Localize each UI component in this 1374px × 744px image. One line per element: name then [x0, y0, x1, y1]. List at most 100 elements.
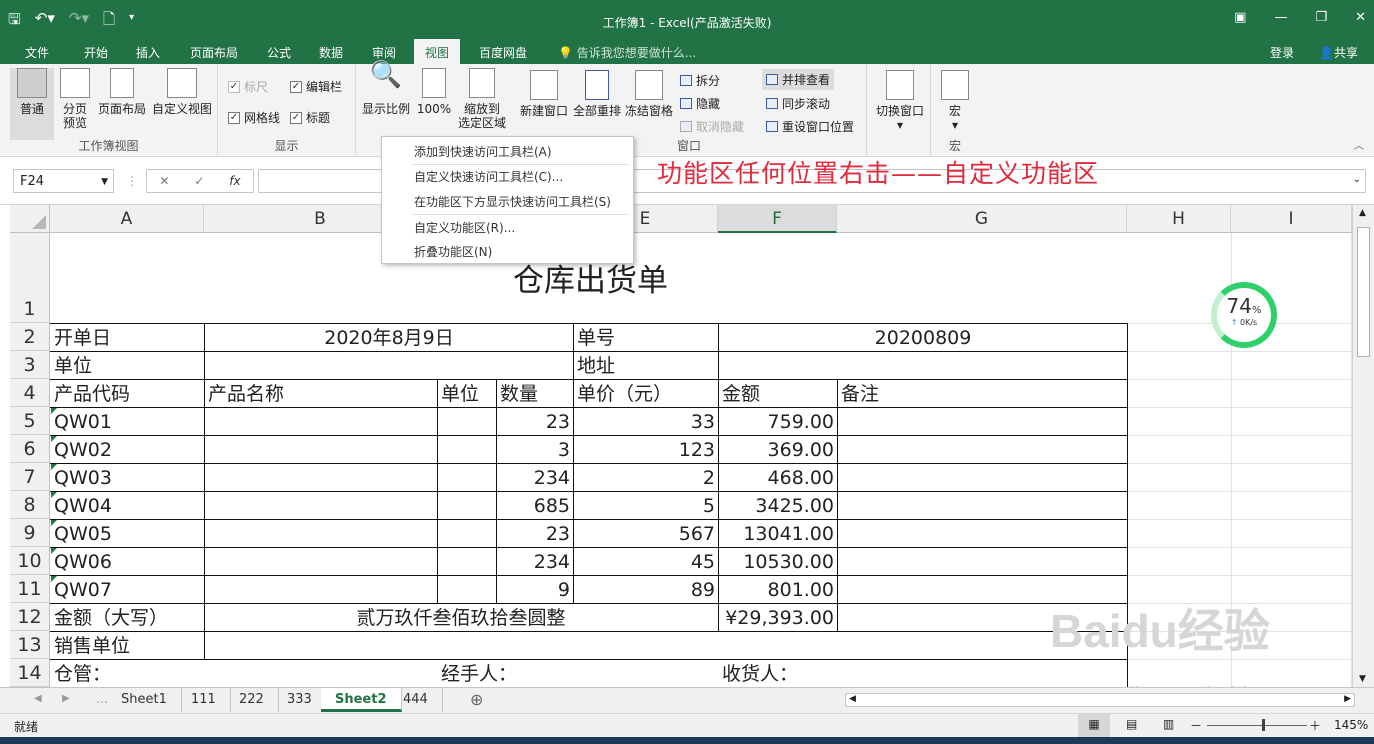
hide-button[interactable]: 隐藏 — [680, 95, 720, 112]
row-header[interactable]: 10 — [10, 547, 50, 575]
cell-b4[interactable]: 产品名称 — [205, 381, 436, 407]
menu-item-customize-qat[interactable]: 自定义快速访问工具栏(C)... — [414, 168, 563, 185]
scroll-down-icon[interactable]: ▼ — [1359, 674, 1366, 684]
normal-view-button[interactable]: 普通 — [10, 68, 54, 140]
page-break-preview-button[interactable]: 分页 预览 — [58, 68, 92, 130]
menu-item-customize-ribbon[interactable]: 自定义功能区(R)... — [414, 219, 515, 236]
cell-code[interactable]: QW06 — [51, 549, 203, 575]
cell-f14[interactable]: 收货人： — [719, 661, 919, 687]
ribbon-display-icon[interactable]: ▣ — [1234, 10, 1246, 25]
vertical-scrollbar[interactable]: ▲ ▼ — [1352, 205, 1374, 687]
cell-amount[interactable]: 759.00 — [719, 409, 837, 435]
tab-file[interactable]: 文件 — [25, 44, 49, 61]
cell-qty[interactable]: 23 — [497, 409, 573, 435]
cell-c14[interactable]: 经手人： — [438, 661, 638, 687]
tab-data[interactable]: 数据 — [319, 44, 343, 61]
select-all-corner[interactable] — [10, 205, 50, 233]
sheet-tab[interactable]: Sheet1 — [107, 688, 182, 712]
row-header[interactable]: 7 — [10, 463, 50, 491]
menu-item-show-qat-below[interactable]: 在功能区下方显示快速访问工具栏(S) — [414, 193, 611, 210]
cell-code[interactable]: QW05 — [51, 521, 203, 547]
login-link[interactable]: 登录 — [1270, 44, 1294, 61]
page-break-view-icon[interactable]: ▥ — [1163, 717, 1174, 731]
cell-a14[interactable]: 仓管： — [51, 661, 203, 687]
formula-bar-checkbox[interactable]: ✓ 编辑栏 — [290, 78, 342, 95]
cell-total[interactable]: ¥29,393.00 — [719, 605, 837, 631]
zoom-to-selection-button[interactable]: 缩放到 选定区域 — [456, 68, 508, 130]
row-header[interactable]: 14 — [10, 659, 50, 687]
zoom-button[interactable]: 🔍 显示比例 — [360, 62, 412, 116]
restore-button[interactable]: ❐ — [1315, 10, 1327, 25]
share-button[interactable]: 👤共享 — [1319, 44, 1358, 61]
row-header[interactable]: 8 — [10, 491, 50, 519]
ruler-checkbox[interactable]: ✓ 标尺 — [228, 78, 268, 95]
cell-code[interactable]: QW02 — [51, 437, 203, 463]
cell-price[interactable]: 2 — [574, 465, 718, 491]
close-button[interactable]: ✕ — [1355, 10, 1366, 25]
cell-qty[interactable]: 23 — [497, 521, 573, 547]
cell-price[interactable]: 45 — [574, 549, 718, 575]
cell-amount[interactable]: 13041.00 — [719, 521, 837, 547]
cell-a3[interactable]: 单位 — [51, 353, 203, 379]
column-header-f[interactable]: F — [718, 205, 837, 233]
horizontal-scrollbar[interactable]: ◀ ▶ — [845, 693, 1355, 707]
cell-a13[interactable]: 销售单位 — [51, 633, 203, 659]
gridlines-checkbox[interactable]: ✓ 网格线 — [228, 109, 280, 126]
cell-price[interactable]: 33 — [574, 409, 718, 435]
cell-e3[interactable]: 地址 — [574, 353, 717, 379]
custom-views-button[interactable]: 自定义视图 — [150, 68, 214, 116]
row-header[interactable]: 3 — [10, 351, 50, 379]
row-header[interactable]: 5 — [10, 407, 50, 435]
tell-me-search[interactable]: 💡 告诉我您想要做什么... — [558, 44, 696, 61]
cell-g4[interactable]: 备注 — [838, 381, 1126, 407]
page-layout-view-button[interactable]: 页面布局 — [96, 68, 148, 116]
cell-price[interactable]: 89 — [574, 577, 718, 603]
row-header[interactable]: 13 — [10, 631, 50, 659]
reset-window-position-button[interactable]: 重设窗口位置 — [766, 118, 854, 135]
cell-price[interactable]: 567 — [574, 521, 718, 547]
cell-a2[interactable]: 开单日 — [51, 325, 203, 351]
cell-amount-upper[interactable]: 贰万玖仟叁佰玖拾叁圆整 — [205, 605, 717, 631]
new-window-button[interactable]: 新建窗口 — [518, 70, 570, 118]
split-button[interactable]: 拆分 — [680, 72, 720, 89]
cell-qty[interactable]: 234 — [497, 549, 573, 575]
cell-amount[interactable]: 3425.00 — [719, 493, 837, 519]
cell-a4[interactable]: 产品代码 — [51, 381, 203, 407]
cell-amount[interactable]: 468.00 — [719, 465, 837, 491]
cell-e2[interactable]: 单号 — [574, 325, 717, 351]
switch-windows-button[interactable]: 切换窗口 ▾ — [873, 70, 927, 132]
cell-amount[interactable]: 369.00 — [719, 437, 837, 463]
row-header[interactable]: 1 — [10, 233, 50, 323]
tab-view[interactable]: 视图 — [414, 39, 461, 64]
tab-formulas[interactable]: 公式 — [267, 44, 291, 61]
cell-code[interactable]: QW04 — [51, 493, 203, 519]
network-speed-widget[interactable]: 74% ↑ 0K/s — [1211, 282, 1277, 348]
headings-checkbox[interactable]: ✓ 标题 — [290, 109, 330, 126]
row-header[interactable]: 4 — [10, 379, 50, 407]
unhide-button[interactable]: 取消隐藏 — [680, 118, 744, 135]
sheet-title[interactable]: 仓库出货单 — [204, 261, 977, 301]
cell-f2-number[interactable]: 20200809 — [719, 325, 1127, 351]
cell-c4[interactable]: 单位 — [438, 381, 495, 407]
tab-insert[interactable]: 插入 — [136, 44, 160, 61]
zoom-slider-thumb[interactable] — [1262, 719, 1265, 731]
minimize-button[interactable]: — — [1274, 10, 1287, 25]
column-header-a[interactable]: A — [50, 205, 204, 233]
next-sheet-icon[interactable]: ▶ — [62, 693, 70, 704]
cell-b2-date[interactable]: 2020年8月9日 — [205, 325, 573, 351]
zoom-level[interactable]: 145% — [1334, 718, 1368, 732]
zoom-in-icon[interactable]: ＋ — [1309, 717, 1321, 734]
cell-code[interactable]: QW03 — [51, 465, 203, 491]
tab-home[interactable]: 开始 — [84, 44, 108, 61]
cancel-icon[interactable]: ✕ — [159, 174, 169, 188]
prev-sheet-icon[interactable]: ◀ — [34, 693, 42, 704]
sheet-tab[interactable]: 333 — [273, 688, 327, 712]
cell-price[interactable]: 5 — [574, 493, 718, 519]
cell-qty[interactable]: 685 — [497, 493, 573, 519]
cell-qty[interactable]: 3 — [497, 437, 573, 463]
scroll-thumb[interactable] — [1357, 227, 1370, 357]
cell-e4[interactable]: 单价（元） — [574, 381, 717, 407]
menu-item-collapse-ribbon[interactable]: 折叠功能区(N) — [414, 243, 492, 260]
tab-baidu-netdisk[interactable]: 百度网盘 — [479, 44, 527, 61]
cell-price[interactable]: 123 — [574, 437, 718, 463]
